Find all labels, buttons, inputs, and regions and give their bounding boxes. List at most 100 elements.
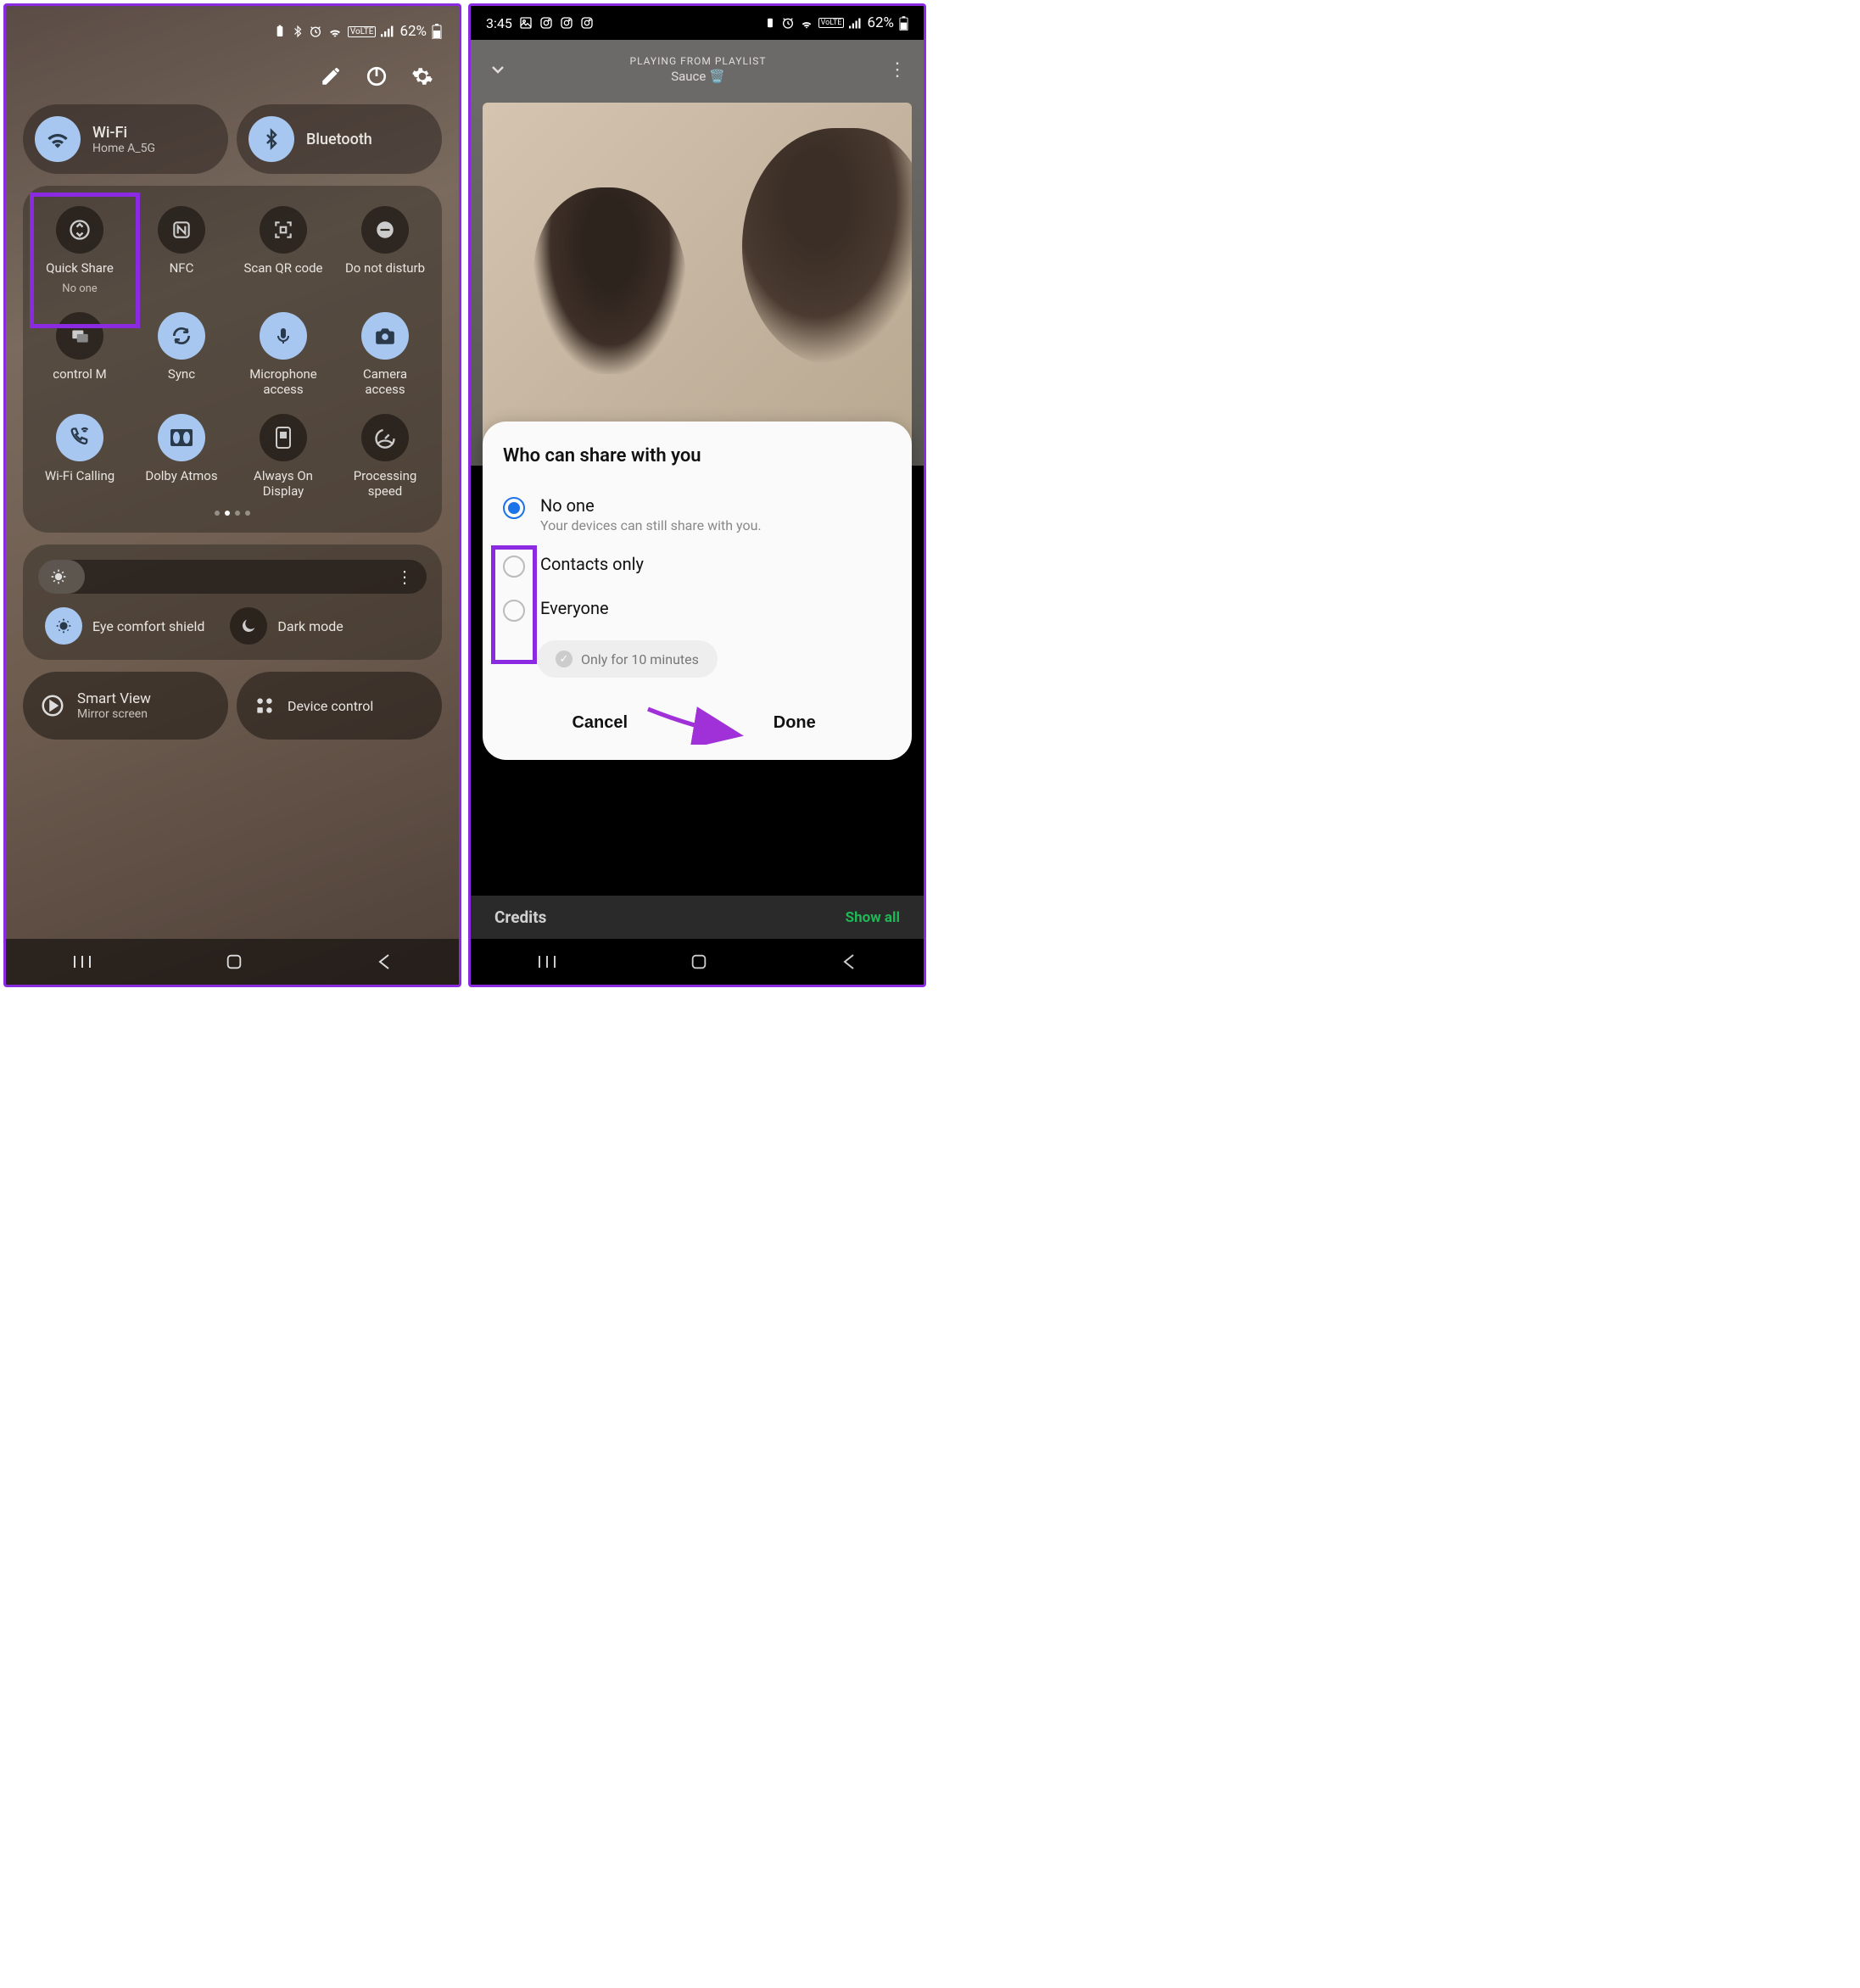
eye-comfort-toggle[interactable]: Eye comfort shield	[45, 607, 204, 645]
back-button[interactable]	[841, 953, 857, 970]
smartview-icon	[40, 693, 65, 718]
more-menu-icon[interactable]: ⋮	[888, 59, 907, 81]
aod-tile[interactable]: Always On Display	[235, 414, 332, 499]
status-bar: VoLTE 62%	[6, 6, 459, 57]
done-button[interactable]: Done	[698, 703, 892, 743]
album-art-area	[471, 92, 924, 466]
dnd-tile[interactable]: Do not disturb	[337, 206, 433, 295]
sheet-title: Who can share with you	[503, 445, 891, 466]
instagram-notif-icon-3	[580, 16, 594, 30]
brightness-panel: ⋮ Eye comfort shield Dark mode	[23, 544, 442, 660]
dnd-icon	[361, 206, 409, 254]
home-button[interactable]	[690, 952, 708, 971]
playlist-name: Sauce 🗑️	[508, 69, 888, 84]
brightness-slider[interactable]: ⋮	[38, 560, 427, 594]
battery-percent: 62%	[867, 14, 894, 31]
quickshare-tile[interactable]: Quick Share No one	[31, 206, 128, 295]
cancel-button[interactable]: Cancel	[503, 703, 697, 743]
wifi-status-icon	[327, 25, 343, 37]
wifi-title: Wi-Fi	[92, 124, 155, 142]
dolby-tile[interactable]: Dolby Atmos	[133, 414, 230, 499]
speedometer-icon	[361, 414, 409, 461]
navigation-bar	[471, 939, 924, 985]
wificalling-tile[interactable]: Wi-Fi Calling	[31, 414, 128, 499]
album-art	[483, 103, 912, 466]
moon-icon	[230, 607, 267, 645]
battery-saver-icon	[273, 25, 287, 38]
instagram-notif-icon	[539, 16, 553, 30]
wifi-subtitle: Home A_5G	[92, 142, 155, 155]
eye-comfort-icon	[45, 607, 82, 645]
alarm-icon	[309, 25, 322, 38]
player-context: PLAYING FROM PLAYLIST	[508, 55, 888, 67]
nfc-icon	[158, 206, 205, 254]
sync-tile[interactable]: Sync	[133, 312, 230, 397]
aod-icon	[260, 414, 307, 461]
radio-unchecked[interactable]	[503, 556, 525, 578]
status-bar: 3:45 VoLTE 62%	[471, 6, 924, 40]
processing-tile[interactable]: Processing speed	[337, 414, 433, 499]
devicecontrol-button[interactable]: Device control	[237, 672, 442, 740]
show-all-link[interactable]: Show all	[846, 909, 900, 926]
radio-checked[interactable]	[503, 497, 525, 519]
power-icon[interactable]	[366, 65, 388, 87]
gallery-notif-icon	[519, 16, 533, 30]
recents-button[interactable]	[73, 954, 92, 969]
quickshare-icon	[56, 206, 103, 254]
more-icon[interactable]: ⋮	[396, 567, 413, 587]
edit-icon[interactable]	[320, 65, 342, 87]
battery-percent: 62%	[399, 23, 427, 40]
bluetooth-title: Bluetooth	[306, 131, 372, 148]
navigation-bar	[6, 939, 459, 985]
wifi-status-icon	[800, 18, 813, 29]
wificalling-icon	[56, 414, 103, 461]
bluetooth-tile[interactable]: Bluetooth	[237, 104, 442, 174]
volte-icon: VoLTE	[348, 26, 377, 37]
wifi-tile[interactable]: Wi-Fi Home A_5G	[23, 104, 228, 174]
quick-settings-screen: VoLTE 62% Wi-Fi Home A_5G Bluetooth	[3, 3, 461, 987]
status-time: 3:45	[486, 15, 512, 31]
signal-icon	[849, 18, 862, 29]
dark-mode-toggle[interactable]: Dark mode	[230, 607, 343, 645]
quick-settings-panel: Quick Share No one NFC Scan QR code Do n…	[23, 186, 442, 533]
nfc-tile[interactable]: NFC	[133, 206, 230, 295]
camera-icon	[361, 312, 409, 360]
instagram-notif-icon-2	[560, 16, 573, 30]
brightness-icon	[50, 568, 67, 585]
bluetooth-status-icon	[292, 25, 304, 38]
settings-icon[interactable]	[411, 65, 433, 87]
time-limit-chip[interactable]: ✓ Only for 10 minutes	[537, 640, 718, 678]
option-no-one[interactable]: No one Your devices can still share with…	[503, 485, 891, 544]
radio-unchecked[interactable]	[503, 600, 525, 622]
credits-label: Credits	[494, 907, 546, 927]
battery-saver-icon	[764, 16, 776, 30]
mic-tile[interactable]: Microphone access	[235, 312, 332, 397]
dolby-icon	[158, 414, 205, 461]
mic-icon	[260, 312, 307, 360]
smartview-button[interactable]: Smart View Mirror screen	[23, 672, 228, 740]
volte-icon: VoLTE	[818, 18, 845, 28]
page-indicator	[31, 511, 433, 516]
option-everyone[interactable]: Everyone	[503, 588, 891, 632]
alarm-icon	[781, 16, 795, 30]
back-button[interactable]	[377, 953, 392, 970]
grid-icon	[254, 695, 276, 717]
home-button[interactable]	[225, 952, 243, 971]
scan-qr-tile[interactable]: Scan QR code	[235, 206, 332, 295]
collapse-button[interactable]	[488, 59, 508, 80]
recents-button[interactable]	[538, 954, 556, 969]
check-icon: ✓	[556, 651, 573, 667]
battery-icon	[899, 16, 908, 31]
credits-bar: Credits Show all	[471, 896, 924, 939]
camera-tile[interactable]: Camera access	[337, 312, 433, 397]
control-tile[interactable]: control M	[31, 312, 128, 397]
player-header: PLAYING FROM PLAYLIST Sauce 🗑️ ⋮	[471, 40, 924, 92]
option-contacts-only[interactable]: Contacts only	[503, 544, 891, 588]
share-dialog-screen: 3:45 VoLTE 62% PLAYING FROM PLAYLIST Sau…	[468, 3, 926, 987]
signal-icon	[381, 25, 394, 37]
bluetooth-icon	[249, 116, 294, 162]
wifi-icon	[35, 116, 81, 162]
battery-icon	[432, 24, 442, 39]
sync-icon	[158, 312, 205, 360]
qr-icon	[260, 206, 307, 254]
